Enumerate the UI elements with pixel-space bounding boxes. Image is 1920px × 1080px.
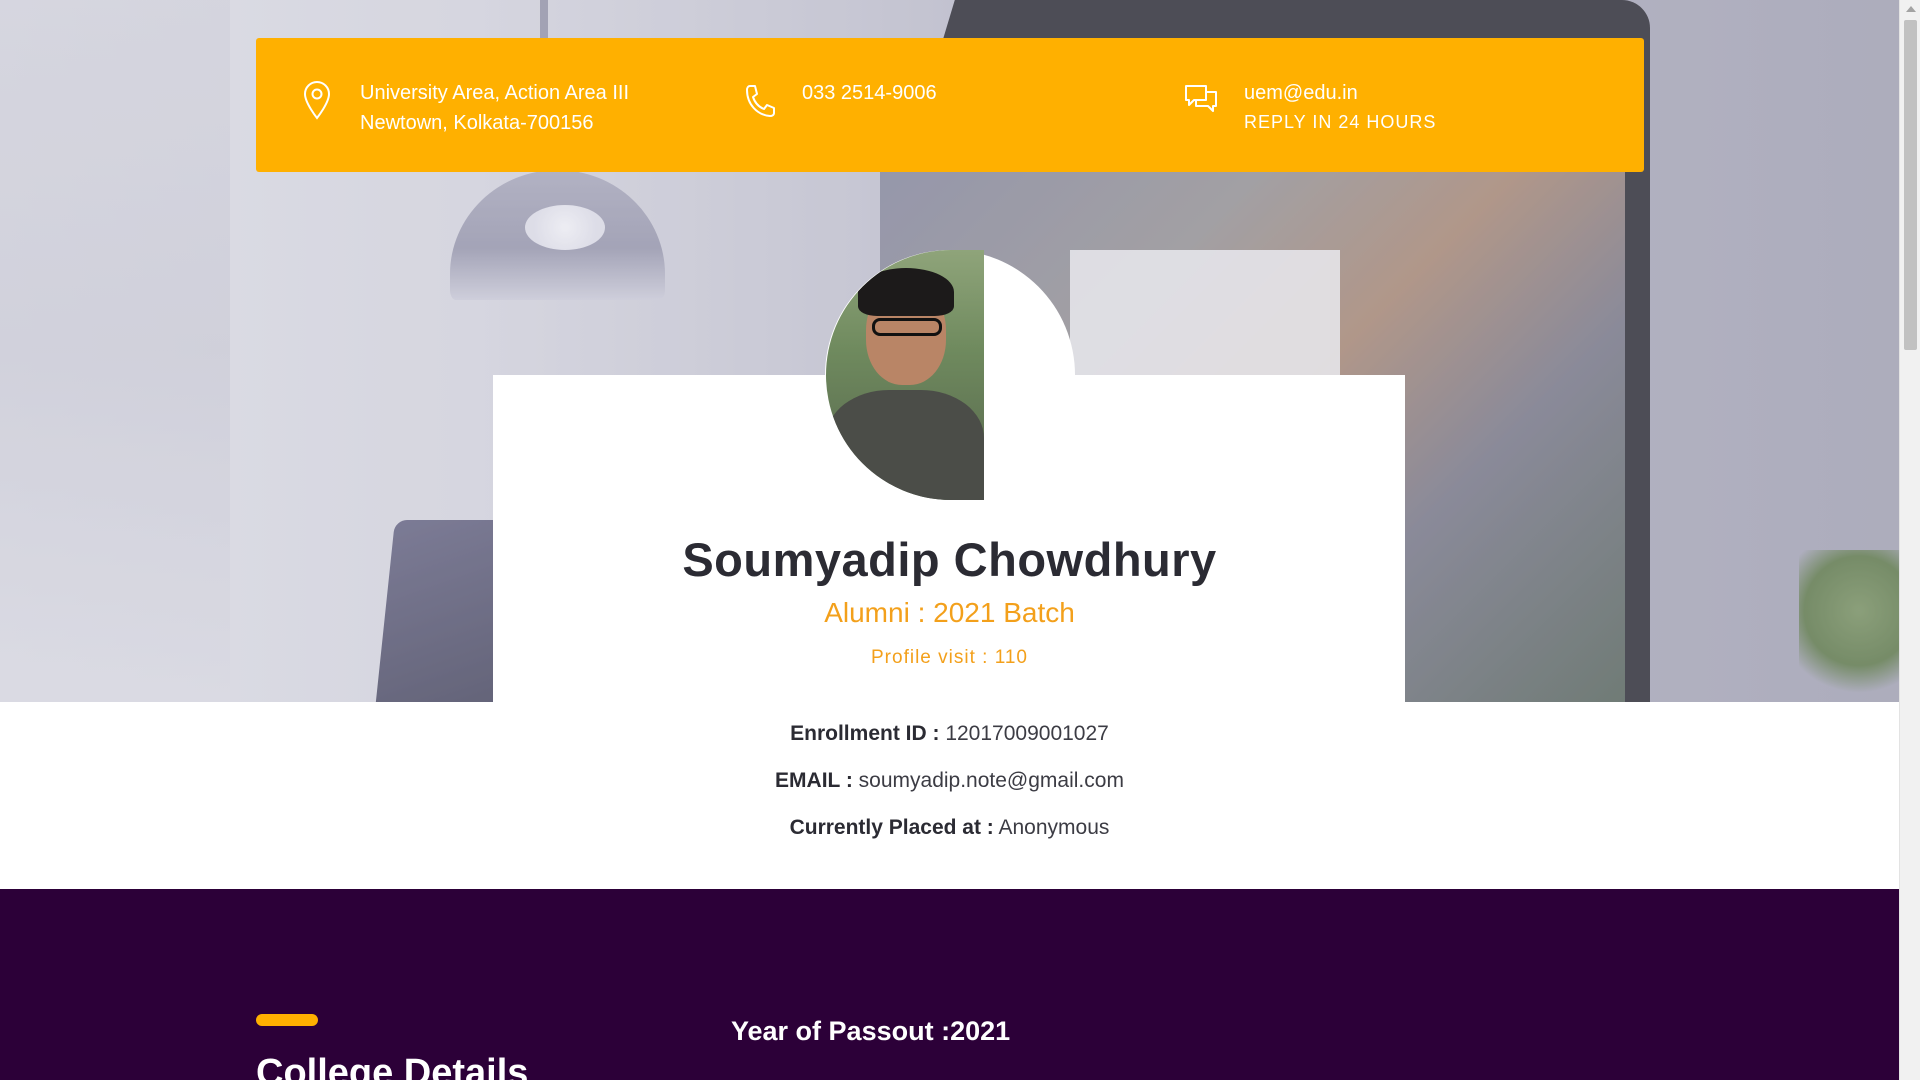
contact-address: University Area, Action Area III Newtown… — [300, 78, 742, 138]
contact-bar: University Area, Action Area III Newtown… — [256, 38, 1644, 172]
scrollbar-thumb[interactable] — [1904, 20, 1917, 350]
email-label: EMAIL : — [775, 769, 853, 792]
email-address[interactable]: uem@edu.in — [1244, 78, 1436, 108]
page-scrollbar[interactable] — [1899, 0, 1920, 1080]
enrollment-row: Enrollment ID : 12017009001027 — [0, 720, 1899, 767]
college-details-title: College Details — [256, 1052, 529, 1080]
email-value: soumyadip.note@gmail.com — [858, 769, 1124, 792]
scroll-up-arrow-icon[interactable] — [1906, 6, 1916, 12]
contact-phone: 033 2514-9006 — [742, 78, 1184, 120]
enrollment-label: Enrollment ID : — [790, 722, 940, 745]
avatar-body — [826, 390, 984, 500]
phone-icon — [742, 80, 776, 120]
profile-visit-count: Profile visit : 110 — [871, 647, 1028, 668]
section-accent-bar — [256, 1014, 318, 1026]
avatar-glasses — [872, 318, 942, 336]
email-reply-note: REPLY IN 24 HOURS — [1244, 112, 1437, 132]
placement-value: Anonymous — [998, 816, 1110, 839]
year-of-passout: Year of Passout :2021 — [731, 1016, 1011, 1046]
address-line-2: Newtown, Kolkata-700156 — [360, 112, 594, 134]
profile-batch: Alumni : 2021 Batch — [824, 597, 1075, 628]
email-row: EMAIL : soumyadip.note@gmail.com — [0, 767, 1899, 814]
phone-number[interactable]: 033 2514-9006 — [802, 78, 937, 108]
location-pin-icon — [300, 80, 334, 120]
placement-label: Currently Placed at : — [789, 816, 994, 839]
avatar-hair — [858, 268, 954, 316]
contact-email: uem@edu.in REPLY IN 24 HOURS — [1184, 78, 1436, 136]
chat-icon — [1184, 80, 1218, 120]
profile-name: Soumyadip Chowdhury — [682, 533, 1217, 586]
placement-row: Currently Placed at : Anonymous — [0, 814, 1899, 861]
profile-details: Enrollment ID : 12017009001027 EMAIL : s… — [0, 720, 1899, 861]
enrollment-value: 12017009001027 — [945, 722, 1109, 745]
address-line-1: University Area, Action Area III — [360, 82, 630, 104]
